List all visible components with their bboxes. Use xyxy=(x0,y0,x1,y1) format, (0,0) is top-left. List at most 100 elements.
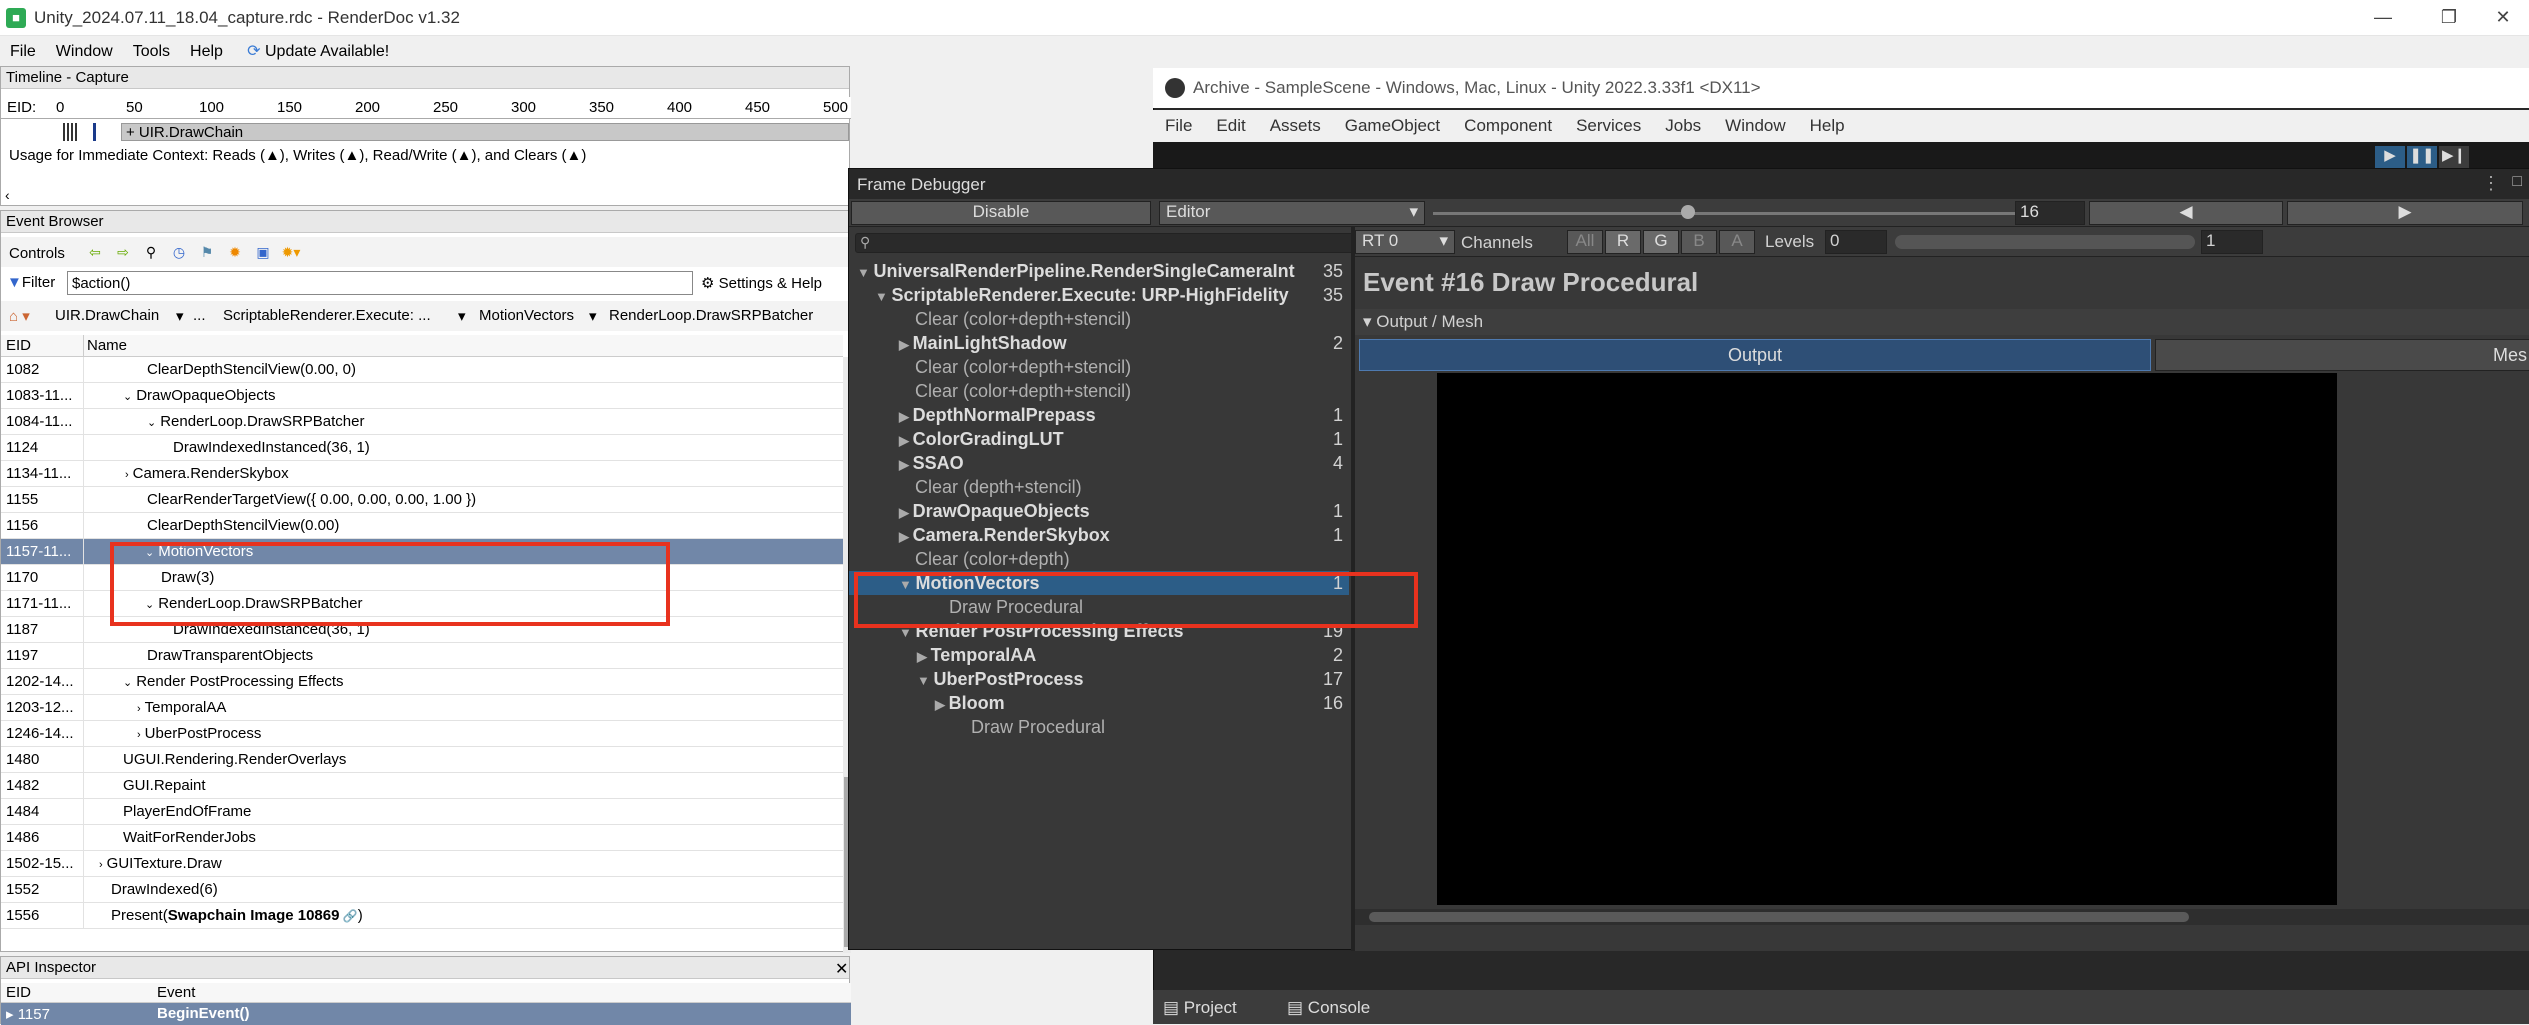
col-eid[interactable]: EID xyxy=(6,984,31,1001)
levels-slider[interactable] xyxy=(1895,235,2195,249)
update-available[interactable]: ⟳ Update Available! xyxy=(237,38,399,61)
chevron-down-icon[interactable]: ▼ xyxy=(875,289,891,304)
tree-item[interactable]: ▶ DepthNormalPrepass 1 xyxy=(849,403,1349,427)
tree-item[interactable]: Draw Procedural xyxy=(849,715,1349,739)
levels-min-field[interactable]: 0 xyxy=(1825,230,1887,254)
minimize-icon[interactable]: — xyxy=(2360,2,2406,32)
tree-item[interactable]: ▼ UniversalRenderPipeline.RenderSingleCa… xyxy=(849,259,1349,283)
save-icon[interactable]: ▣ xyxy=(252,241,274,263)
chevron-down-icon[interactable]: ▼ xyxy=(917,673,933,688)
chevron-down-icon[interactable]: ▼ xyxy=(857,265,873,280)
table-row[interactable]: 1482 GUI.Repaint xyxy=(1,773,843,799)
event-slider-thumb[interactable] xyxy=(1681,205,1695,219)
chevron-down-icon[interactable]: ▾ xyxy=(589,307,597,325)
chevron-down-icon[interactable]: ⌄ xyxy=(123,391,132,403)
next-event-icon[interactable]: ⇨ xyxy=(112,241,134,263)
unity-menu-jobs[interactable]: Jobs xyxy=(1653,110,1713,136)
chevron-right-icon[interactable]: › xyxy=(99,859,103,871)
breadcrumb-item[interactable]: ScriptableRenderer.Execute: ... xyxy=(223,307,431,324)
unity-menu-edit[interactable]: Edit xyxy=(1204,110,1257,136)
event-index-field[interactable]: 16 xyxy=(2015,201,2085,225)
channel-all[interactable]: All xyxy=(1567,230,1603,254)
chevron-right-icon[interactable]: ▶ xyxy=(899,433,913,448)
tree-item[interactable]: ▶ Bloom 16 xyxy=(849,691,1349,715)
close-icon[interactable]: ✕ xyxy=(835,959,848,979)
clock-icon[interactable]: ◷ xyxy=(168,241,190,263)
find-icon[interactable]: ⚲ xyxy=(140,241,162,263)
tab-project[interactable]: ▤ Project xyxy=(1163,998,1237,1018)
menu-window[interactable]: Window xyxy=(46,40,123,61)
horizontal-scrollbar[interactable] xyxy=(1355,909,2529,925)
chevron-right-icon[interactable]: ▶ xyxy=(899,529,913,544)
breadcrumb-item[interactable]: ... xyxy=(193,307,206,324)
table-row[interactable]: 1556 Present(Swapchain Image 10869 🔗) xyxy=(1,903,843,929)
pause-icon[interactable]: ❚❚ xyxy=(2407,146,2437,168)
levels-max-field[interactable]: 1 xyxy=(2201,230,2263,254)
chevron-right-icon[interactable]: ▶ xyxy=(899,505,913,520)
chevron-right-icon[interactable]: › xyxy=(137,703,141,715)
tree-item[interactable]: ▶ Camera.RenderSkybox 1 xyxy=(849,523,1349,547)
menu-help[interactable]: Help xyxy=(180,40,233,61)
tree-item[interactable]: Clear (depth+stencil) xyxy=(849,475,1349,499)
tree-item[interactable]: ▶ DrawOpaqueObjects 1 xyxy=(849,499,1349,523)
unity-menu-assets[interactable]: Assets xyxy=(1258,110,1333,136)
disable-button[interactable]: Disable xyxy=(851,201,1151,225)
tree-item[interactable]: ▼ UberPostProcess 17 xyxy=(849,667,1349,691)
table-row[interactable]: 1502-15... › GUITexture.Draw xyxy=(1,851,843,877)
play-icon[interactable]: ▶ xyxy=(2375,146,2405,168)
unity-menu-component[interactable]: Component xyxy=(1452,110,1564,136)
event-slider-track[interactable] xyxy=(1433,212,2083,215)
breadcrumb-item[interactable]: MotionVectors xyxy=(479,307,574,324)
col-event[interactable]: Event xyxy=(157,984,195,1001)
timeline-drawchain[interactable]: + UIR.DrawChain xyxy=(121,123,849,141)
unity-menu-gameobject[interactable]: GameObject xyxy=(1333,110,1452,136)
table-row[interactable]: 1155 ClearRenderTargetView({ 0.00, 0.00, … xyxy=(1,487,843,513)
chevron-right-icon[interactable]: ▶ xyxy=(917,649,931,664)
chevron-down-icon[interactable]: ▾ xyxy=(458,307,466,325)
chevron-right-icon[interactable]: ▶ xyxy=(899,337,913,352)
output-mesh-foldout[interactable]: ▾ Output / Mesh xyxy=(1355,309,2529,335)
table-row[interactable]: 1084-11... ⌄ RenderLoop.DrawSRPBatcher xyxy=(1,409,843,435)
chevron-down-icon[interactable]: ⌄ xyxy=(147,417,156,429)
table-row[interactable]: 1246-14... › UberPostProcess xyxy=(1,721,843,747)
breadcrumb-item[interactable]: RenderLoop.DrawSRPBatcher xyxy=(609,307,813,324)
tree-item[interactable]: ▶ TemporalAA 2 xyxy=(849,643,1349,667)
chevron-down-icon[interactable]: ⌄ xyxy=(123,677,132,689)
table-row[interactable]: 1124 DrawIndexedInstanced(36, 1) xyxy=(1,435,843,461)
table-row[interactable]: 1486 WaitForRenderJobs xyxy=(1,825,843,851)
tree-item[interactable]: ▶ MainLightShadow 2 xyxy=(849,331,1349,355)
tab-output[interactable]: Output xyxy=(1359,339,2151,371)
table-row[interactable]: 1202-14... ⌄ Render PostProcessing Effects xyxy=(1,669,843,695)
table-row[interactable]: 1484 PlayerEndOfFrame xyxy=(1,799,843,825)
menu-file[interactable]: File xyxy=(0,40,46,61)
api-inspector-row[interactable]: ▸ 1157 BeginEvent() xyxy=(1,1003,851,1025)
channel-b[interactable]: B xyxy=(1681,230,1717,254)
chevron-right-icon[interactable]: › xyxy=(125,469,129,481)
table-row[interactable]: 1082 ClearDepthStencilView(0.00, 0) xyxy=(1,357,843,383)
table-row[interactable]: 1156 ClearDepthStencilView(0.00) xyxy=(1,513,843,539)
unity-menu-help[interactable]: Help xyxy=(1798,110,1857,136)
tab-console[interactable]: ▤ Console xyxy=(1287,998,1370,1018)
table-row[interactable]: 1197 DrawTransparentObjects xyxy=(1,643,843,669)
unity-menu-file[interactable]: File xyxy=(1153,110,1204,136)
chevron-right-icon[interactable]: › xyxy=(137,729,141,741)
tree-item[interactable]: ▼ ScriptableRenderer.Execute: URP-HighFi… xyxy=(849,283,1349,307)
prev-frame-button[interactable]: ◀ xyxy=(2089,201,2283,225)
col-name[interactable]: Name xyxy=(87,337,127,354)
chevron-right-icon[interactable]: ▶ xyxy=(935,697,949,712)
prev-event-icon[interactable]: ⇦ xyxy=(84,241,106,263)
rt-dropdown[interactable]: RT 0 ▾ xyxy=(1355,230,1455,254)
link-icon[interactable]: 🔗 xyxy=(339,909,358,923)
timeline-lane[interactable]: + UIR.DrawChain xyxy=(1,121,851,143)
menu-tools[interactable]: Tools xyxy=(123,40,180,61)
tree-item[interactable]: Clear (color+depth+stencil) xyxy=(849,307,1349,331)
channel-a[interactable]: A xyxy=(1719,230,1755,254)
home-icon[interactable]: ⌂ ▾ xyxy=(9,307,30,325)
filter-input[interactable] xyxy=(67,271,693,295)
close-icon[interactable]: ✕ xyxy=(2480,2,2526,32)
maximize-icon[interactable]: □ xyxy=(2512,173,2522,191)
options-dropdown-icon[interactable]: ✹▾ xyxy=(280,241,302,263)
tree-item[interactable]: ▶ ColorGradingLUT 1 xyxy=(849,427,1349,451)
unity-menu-services[interactable]: Services xyxy=(1564,110,1653,136)
settings-icon[interactable]: ✹ xyxy=(224,241,246,263)
